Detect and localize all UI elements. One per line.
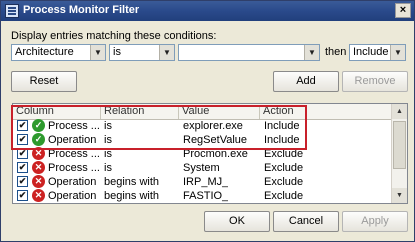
row-action: Exclude (264, 190, 304, 202)
row-column: Operation (48, 134, 97, 146)
chevron-down-icon[interactable]: ▼ (159, 45, 174, 60)
reset-button[interactable]: Reset (11, 71, 77, 92)
row-checkbox[interactable]: ✔ (17, 134, 28, 145)
row-relation: is (104, 120, 112, 132)
value-input[interactable]: ▼ (178, 44, 320, 61)
then-label: then (325, 46, 347, 58)
chevron-down-icon[interactable]: ▼ (304, 45, 319, 60)
include-icon: ✓ (32, 133, 45, 146)
close-button[interactable]: × (395, 3, 411, 18)
filter-list[interactable]: Column Relation Value Action ✔ ✓ Process… (12, 103, 408, 204)
row-checkbox[interactable]: ✔ (17, 148, 28, 159)
table-row[interactable]: ✔ ✓ Process ... is explorer.exe Include (13, 119, 393, 133)
scroll-thumb[interactable] (393, 121, 406, 169)
action-select[interactable]: Include ▼ (349, 44, 406, 61)
column-select-value: Architecture (15, 46, 74, 58)
row-action: Exclude (264, 176, 304, 188)
row-value: explorer.exe (183, 120, 243, 132)
row-value: FASTIO_ (183, 190, 229, 202)
row-checkbox[interactable]: ✔ (17, 120, 28, 131)
row-column: Operation (48, 176, 97, 188)
column-header-relation[interactable]: Relation (101, 105, 179, 119)
exclude-icon: ✕ (32, 147, 45, 160)
action-select-value: Include (353, 46, 389, 58)
list-header: Column Relation Value Action (13, 104, 393, 120)
row-action: Exclude (264, 162, 304, 174)
row-value: System (183, 162, 220, 174)
row-column: Operation (48, 190, 97, 202)
table-row[interactable]: ✔ ✕ Operation begins with IRP_MJ_ Exclud… (13, 175, 393, 189)
exclude-icon: ✕ (32, 189, 45, 202)
exclude-icon: ✕ (32, 175, 45, 188)
relation-select-value: is (113, 46, 121, 58)
row-column: Process ... (48, 120, 100, 132)
table-row[interactable]: ✔ ✕ Process ... is Procmon.exe Exclude (13, 147, 393, 161)
add-button[interactable]: Add (273, 71, 339, 92)
title-bar[interactable]: Process Monitor Filter × (1, 1, 414, 21)
row-relation: is (104, 148, 112, 160)
ok-button[interactable]: OK (204, 211, 270, 232)
dialog-body: Display entries matching these condition… (2, 21, 413, 240)
row-action: Include (264, 134, 300, 146)
cancel-button[interactable]: Cancel (273, 211, 339, 232)
table-row[interactable]: ✔ ✕ Process ... is System Exclude (13, 161, 393, 175)
row-relation: is (104, 134, 112, 146)
app-icon (5, 4, 19, 18)
column-select[interactable]: Architecture ▼ (11, 44, 106, 61)
scroll-up-icon[interactable]: ▲ (392, 104, 407, 119)
conditions-prompt: Display entries matching these condition… (11, 30, 217, 42)
row-checkbox[interactable]: ✔ (17, 190, 28, 201)
row-value: IRP_MJ_ (183, 176, 229, 188)
exclude-icon: ✕ (32, 161, 45, 174)
row-checkbox[interactable]: ✔ (17, 162, 28, 173)
row-relation: begins with (104, 190, 160, 202)
row-value: Procmon.exe (183, 148, 248, 160)
column-header-column[interactable]: Column (13, 105, 101, 119)
column-header-action[interactable]: Action (260, 105, 393, 119)
relation-select[interactable]: is ▼ (109, 44, 175, 61)
column-header-value[interactable]: Value (179, 105, 260, 119)
row-action: Exclude (264, 148, 304, 160)
table-row[interactable]: ✔ ✓ Operation is RegSetValue Include (13, 133, 393, 147)
filter-dialog: Process Monitor Filter × Display entries… (0, 0, 415, 242)
row-action: Include (264, 120, 300, 132)
row-column: Process ... (48, 162, 100, 174)
row-relation: is (104, 162, 112, 174)
row-relation: begins with (104, 176, 160, 188)
row-column: Process ... (48, 148, 100, 160)
row-value: RegSetValue (183, 134, 248, 146)
chevron-down-icon[interactable]: ▼ (390, 45, 405, 60)
row-checkbox[interactable]: ✔ (17, 176, 28, 187)
scroll-down-icon[interactable]: ▼ (392, 188, 407, 203)
apply-button[interactable]: Apply (342, 211, 408, 232)
include-icon: ✓ (32, 119, 45, 132)
chevron-down-icon[interactable]: ▼ (90, 45, 105, 60)
vertical-scrollbar[interactable]: ▲ ▼ (391, 104, 407, 203)
remove-button[interactable]: Remove (342, 71, 408, 92)
table-row[interactable]: ✔ ✕ Operation begins with FASTIO_ Exclud… (13, 189, 393, 203)
window-title: Process Monitor Filter (23, 4, 140, 16)
